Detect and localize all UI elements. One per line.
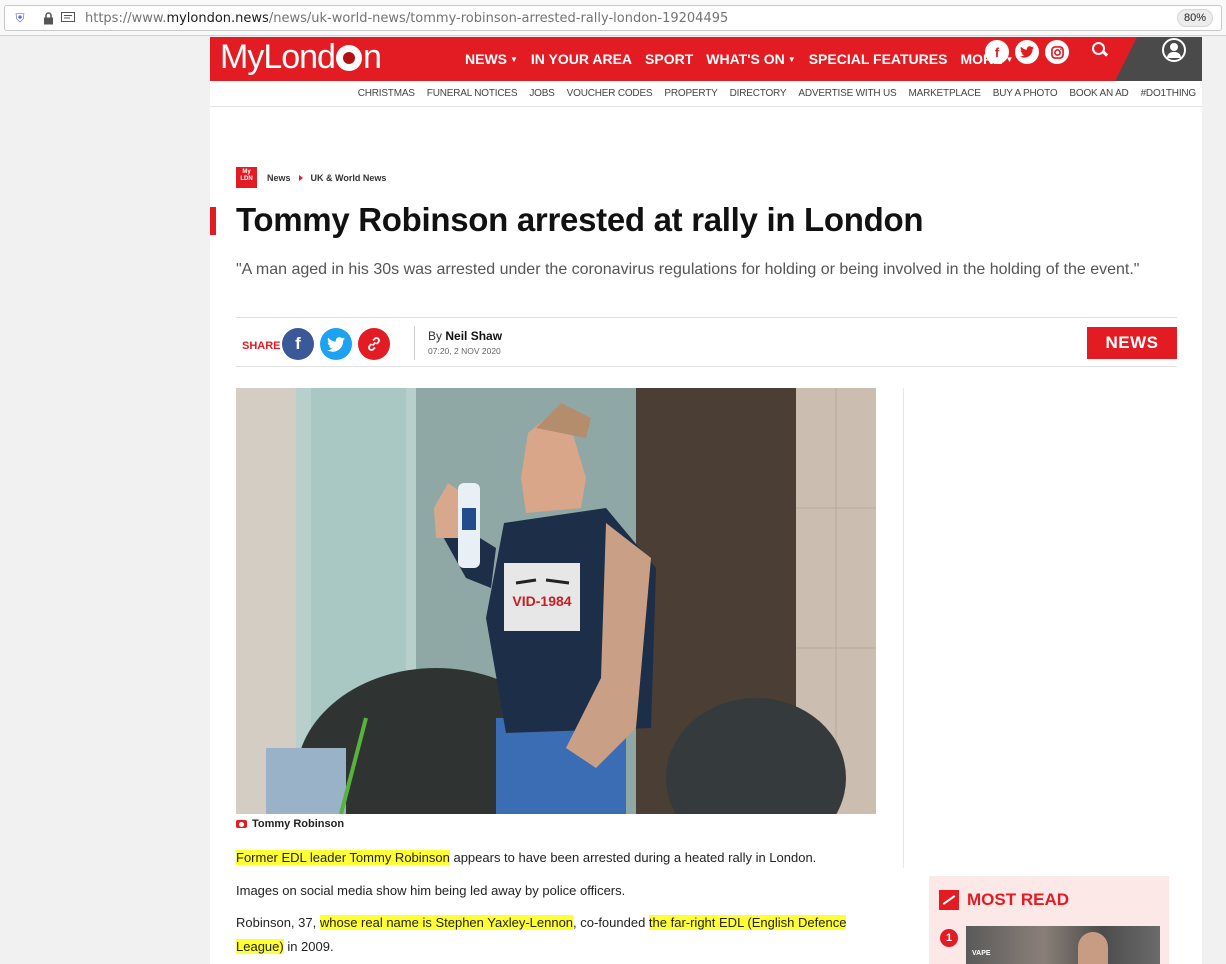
- facebook-icon: f: [295, 334, 301, 353]
- standfirst: "A man aged in his 30s was arrested unde…: [236, 261, 1140, 278]
- subnav-item-buy-a-photo[interactable]: BUY A PHOTO: [993, 88, 1058, 99]
- share-row: SHARE f By Neil Shaw 07:20, 2 NOV 2020 N…: [236, 317, 1177, 367]
- most-read-thumbnail[interactable]: VAPE: [966, 926, 1160, 964]
- twitter-icon[interactable]: [1015, 40, 1039, 64]
- author-link[interactable]: Neil Shaw: [445, 329, 502, 343]
- account-button[interactable]: [1115, 37, 1202, 81]
- search-icon[interactable]: [1090, 40, 1110, 60]
- article-photo[interactable]: VID-1984: [236, 388, 876, 814]
- nav-item-sport[interactable]: SPORT: [645, 51, 693, 67]
- camera-icon: [236, 820, 247, 828]
- twitter-icon: [327, 336, 345, 352]
- category-badge[interactable]: NEWS: [1087, 327, 1177, 359]
- share-label: SHARE: [242, 340, 281, 352]
- subnav-item-advertise-with-us[interactable]: ADVERTISE WITH US: [798, 88, 896, 99]
- title-accent: [210, 207, 216, 235]
- share-link-button[interactable]: [358, 328, 390, 360]
- most-read-panel: MOST READ 1 VAPE: [929, 876, 1169, 964]
- most-read-rank: 1: [940, 929, 958, 947]
- site-logo[interactable]: MyLond n: [220, 38, 382, 77]
- facebook-icon[interactable]: f: [985, 40, 1009, 64]
- nav-item-news[interactable]: NEWS ▼: [465, 51, 518, 67]
- most-read-heading: MOST READ: [939, 890, 1069, 910]
- main-nav: NEWS ▼ IN YOUR AREA SPORT WHAT'S ON ▼ SPECIAL …: [465, 37, 1026, 81]
- byline: By Neil Shaw: [428, 329, 503, 343]
- trending-icon: [939, 890, 959, 910]
- subnav-item-voucher-codes[interactable]: VOUCHER CODES: [567, 88, 653, 99]
- top-navigation: MyLond n NEWS ▼ IN YOUR AREA SPORT WHAT'S ON ▼…: [210, 37, 1202, 81]
- url-text[interactable]: https://www.mylondon.news/news/uk-world-…: [85, 11, 728, 26]
- thumbnail-text: VAPE: [972, 950, 991, 957]
- thumbnail-figure: [1078, 932, 1108, 964]
- share-twitter-button[interactable]: [320, 328, 352, 360]
- shirt-print: VID-1984: [512, 593, 571, 609]
- lock-icon[interactable]: [41, 11, 55, 25]
- paragraph-3: Robinson, 37, whose real name is Stephen…: [236, 915, 847, 954]
- subnav-item-property[interactable]: PROPERTY: [664, 88, 717, 99]
- breadcrumb-logo[interactable]: My LDN: [236, 167, 257, 188]
- zoom-level[interactable]: 80%: [1177, 9, 1213, 27]
- chevron-down-icon: ▼: [510, 55, 518, 64]
- paragraph-1: Former EDL leader Tommy Robinson appears…: [236, 850, 817, 865]
- breadcrumb: My LDN News UK & World News: [236, 167, 386, 188]
- subnav-item-do1thing[interactable]: #DO1THING: [1141, 88, 1197, 99]
- shield-icon[interactable]: ⛨: [13, 11, 27, 25]
- subnav-item-directory[interactable]: DIRECTORY: [730, 88, 787, 99]
- publish-date: 07:20, 2 NOV 2020: [428, 346, 501, 356]
- subnav-item-book-an-ad[interactable]: BOOK AN AD: [1069, 88, 1128, 99]
- nav-item-special-features[interactable]: SPECIAL FEATURES: [809, 51, 948, 67]
- subnav-item-jobs[interactable]: JOBS: [529, 88, 555, 99]
- share-facebook-button[interactable]: f: [282, 328, 314, 360]
- subnav-item-marketplace[interactable]: MARKETPLACE: [908, 88, 980, 99]
- breadcrumb-news[interactable]: News: [267, 173, 291, 183]
- subnav-item-funeral-notices[interactable]: FUNERAL NOTICES: [427, 88, 518, 99]
- logo-poppy-icon: [335, 45, 362, 71]
- subnav-item-christmas[interactable]: CHRISTMAS: [358, 88, 415, 99]
- page-title: Tommy Robinson arrested at rally in Lond…: [236, 201, 924, 238]
- sidebar-divider: [903, 388, 904, 868]
- nav-item-what-s-on[interactable]: WHAT'S ON ▼: [706, 51, 795, 67]
- account-icon: [1162, 38, 1186, 62]
- nav-item-in-your-area[interactable]: IN YOUR AREA: [531, 51, 632, 67]
- photo-caption: Tommy Robinson: [236, 818, 344, 830]
- reader-icon[interactable]: [61, 11, 75, 25]
- paragraph-2: Images on social media show him being le…: [236, 883, 626, 898]
- secondary-nav: CHRISTMAS FUNERAL NOTICES JOBS VOUCHER CODE…: [210, 81, 1202, 107]
- address-bar[interactable]: ⛨ https://www.mylondon.news/news/uk-worl…: [4, 5, 1222, 31]
- article-page: MyLond n NEWS ▼ IN YOUR AREA SPORT WHAT'S ON ▼…: [210, 37, 1202, 964]
- breadcrumb-uk-world-news[interactable]: UK & World News: [311, 173, 387, 183]
- browser-toolbar: ⛨ https://www.mylondon.news/news/uk-worl…: [0, 0, 1226, 36]
- link-icon: [368, 337, 380, 351]
- instagram-icon[interactable]: [1045, 40, 1069, 64]
- chevron-down-icon: ▼: [787, 55, 796, 64]
- share-divider: [414, 326, 415, 360]
- breadcrumb-arrow-icon: [298, 174, 303, 181]
